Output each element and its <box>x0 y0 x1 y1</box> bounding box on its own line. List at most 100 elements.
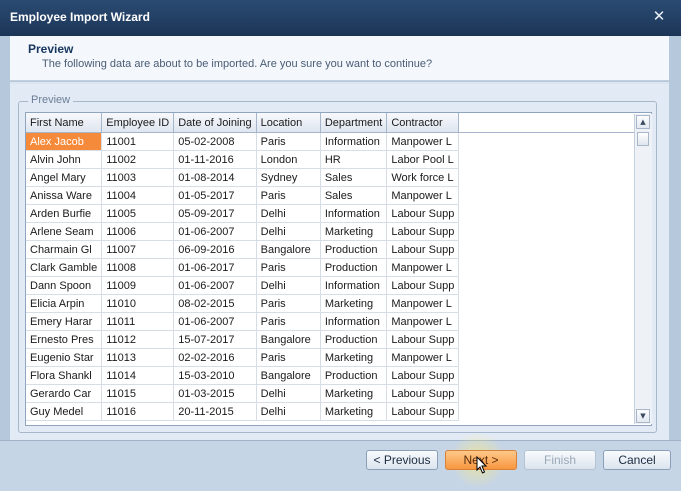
table-cell[interactable]: 05-02-2008 <box>173 132 257 151</box>
table-row[interactable]: Angel Mary 11003 01-08-2014 Sydney Sales Work… <box>26 168 651 187</box>
table-cell[interactable]: 06-09-2016 <box>173 240 257 259</box>
table-cell[interactable]: 01-06-2007 <box>173 276 257 295</box>
column-header[interactable]: Location <box>256 113 321 133</box>
table-cell[interactable]: 15-07-2017 <box>173 330 257 349</box>
table-cell[interactable]: Bangalore <box>256 366 321 385</box>
table-cell[interactable]: Production <box>320 366 388 385</box>
table-row[interactable]: Arlene Seam 11006 01-06-2007 Delhi Marketing… <box>26 222 651 241</box>
table-cell[interactable]: Labour Supp <box>386 276 460 295</box>
table-cell[interactable]: 11015 <box>101 384 175 403</box>
table-cell[interactable]: Labour Supp <box>386 222 460 241</box>
table-cell[interactable]: 01-06-2007 <box>173 222 257 241</box>
table-cell[interactable]: Work force L <box>386 168 460 187</box>
close-icon[interactable]: ✕ <box>651 8 667 24</box>
table-cell[interactable]: Emery Harar <box>26 312 103 331</box>
table-cell[interactable]: 11005 <box>101 204 175 223</box>
table-cell[interactable]: Sydney <box>256 168 321 187</box>
table-cell[interactable]: Sales <box>320 186 388 205</box>
table-row[interactable]: Arden Burfie 11005 05-09-2017 Delhi Informat… <box>26 204 651 223</box>
table-cell[interactable]: Delhi <box>256 402 321 421</box>
table-cell[interactable]: Information <box>320 312 388 331</box>
table-cell[interactable]: Paris <box>256 348 321 367</box>
table-row[interactable]: Alvin John 11002 01-11-2016 London HR Labor P… <box>26 150 651 169</box>
table-cell[interactable]: 11011 <box>101 312 175 331</box>
table-cell[interactable]: Manpower L <box>386 348 460 367</box>
table-cell[interactable]: Arlene Seam <box>26 222 103 241</box>
table-cell[interactable]: 08-02-2015 <box>173 294 257 313</box>
table-cell[interactable]: Delhi <box>256 204 321 223</box>
scroll-down-arrow-icon[interactable]: ▼ <box>636 409 650 423</box>
column-header[interactable]: Date of Joining <box>173 113 257 133</box>
table-cell[interactable]: 11008 <box>101 258 175 277</box>
column-header[interactable]: Employee ID <box>101 113 175 133</box>
table-row[interactable]: Gerardo Car 11015 01-03-2015 Delhi Marketing… <box>26 384 651 403</box>
table-cell[interactable]: Bangalore <box>256 240 321 259</box>
table-cell[interactable]: 11009 <box>101 276 175 295</box>
table-cell[interactable]: 20-11-2015 <box>173 402 257 421</box>
table-cell[interactable]: Manpower L <box>386 186 460 205</box>
table-row[interactable]: Eugenio Star 11013 02-02-2016 Paris Marketin… <box>26 348 651 367</box>
table-cell[interactable]: Manpower L <box>386 312 460 331</box>
table-cell[interactable]: Information <box>320 132 388 151</box>
table-cell[interactable]: Labour Supp <box>386 330 460 349</box>
table-cell[interactable]: Charmain Gl <box>26 240 103 259</box>
scrollbar-thumb[interactable] <box>637 132 649 146</box>
table-cell[interactable]: Delhi <box>256 222 321 241</box>
table-cell[interactable]: 11004 <box>101 186 175 205</box>
table-cell[interactable]: Labour Supp <box>386 366 460 385</box>
table-cell[interactable]: Alex Jacob <box>26 132 103 151</box>
table-cell[interactable]: Alvin John <box>26 150 103 169</box>
table-cell[interactable]: 11010 <box>101 294 175 313</box>
table-cell[interactable]: Arden Burfie <box>26 204 103 223</box>
table-row[interactable]: Flora Shankl 11014 15-03-2010 Bangalore Prod… <box>26 366 651 385</box>
table-cell[interactable]: HR <box>320 150 388 169</box>
table-cell[interactable]: Ernesto Pres <box>26 330 103 349</box>
table-cell[interactable]: Labour Supp <box>386 402 460 421</box>
table-cell[interactable]: Flora Shankl <box>26 366 103 385</box>
table-cell[interactable]: Delhi <box>256 384 321 403</box>
table-cell[interactable]: Delhi <box>256 276 321 295</box>
table-row[interactable]: Charmain Gl 11007 06-09-2016 Bangalore Produ… <box>26 240 651 259</box>
table-cell[interactable]: 01-08-2014 <box>173 168 257 187</box>
table-cell[interactable]: 11012 <box>101 330 175 349</box>
table-cell[interactable]: 15-03-2010 <box>173 366 257 385</box>
table-cell[interactable]: 11014 <box>101 366 175 385</box>
table-cell[interactable]: Angel Mary <box>26 168 103 187</box>
table-cell[interactable]: Manpower L <box>386 258 460 277</box>
table-cell[interactable]: 05-09-2017 <box>173 204 257 223</box>
table-cell[interactable]: Sales <box>320 168 388 187</box>
table-cell[interactable]: Paris <box>256 258 321 277</box>
table-cell[interactable]: 01-03-2015 <box>173 384 257 403</box>
table-cell[interactable]: Paris <box>256 294 321 313</box>
table-cell[interactable]: Labour Supp <box>386 204 460 223</box>
table-cell[interactable]: Eugenio Star <box>26 348 103 367</box>
table-cell[interactable]: 11002 <box>101 150 175 169</box>
table-cell[interactable]: Production <box>320 240 388 259</box>
table-cell[interactable]: Labour Supp <box>386 384 460 403</box>
table-cell[interactable]: Elicia Arpin <box>26 294 103 313</box>
table-cell[interactable]: Marketing <box>320 294 388 313</box>
column-header[interactable]: Department <box>320 113 388 133</box>
table-cell[interactable]: Marketing <box>320 222 388 241</box>
table-cell[interactable]: 01-11-2016 <box>173 150 257 169</box>
table-cell[interactable]: Production <box>320 258 388 277</box>
table-row[interactable]: Dann Spoon 11009 01-06-2007 Delhi Informatio… <box>26 276 651 295</box>
table-cell[interactable]: Marketing <box>320 348 388 367</box>
table-cell[interactable]: Paris <box>256 186 321 205</box>
table-cell[interactable]: Anissa Ware <box>26 186 103 205</box>
table-cell[interactable]: Clark Gamble <box>26 258 103 277</box>
table-cell[interactable]: Paris <box>256 312 321 331</box>
table-cell[interactable]: Production <box>320 330 388 349</box>
table-cell[interactable]: Manpower L <box>386 132 460 151</box>
table-cell[interactable]: Gerardo Car <box>26 384 103 403</box>
table-cell[interactable]: 01-05-2017 <box>173 186 257 205</box>
table-row[interactable]: Clark Gamble 11008 01-06-2017 Paris Producti… <box>26 258 651 277</box>
table-cell[interactable]: London <box>256 150 321 169</box>
scroll-up-arrow-icon[interactable]: ▲ <box>636 115 650 129</box>
table-cell[interactable]: Labour Supp <box>386 240 460 259</box>
table-cell[interactable]: 11006 <box>101 222 175 241</box>
table-cell[interactable]: Information <box>320 276 388 295</box>
table-cell[interactable]: Paris <box>256 132 321 151</box>
table-cell[interactable]: 11013 <box>101 348 175 367</box>
table-cell[interactable]: Guy Medel <box>26 402 103 421</box>
